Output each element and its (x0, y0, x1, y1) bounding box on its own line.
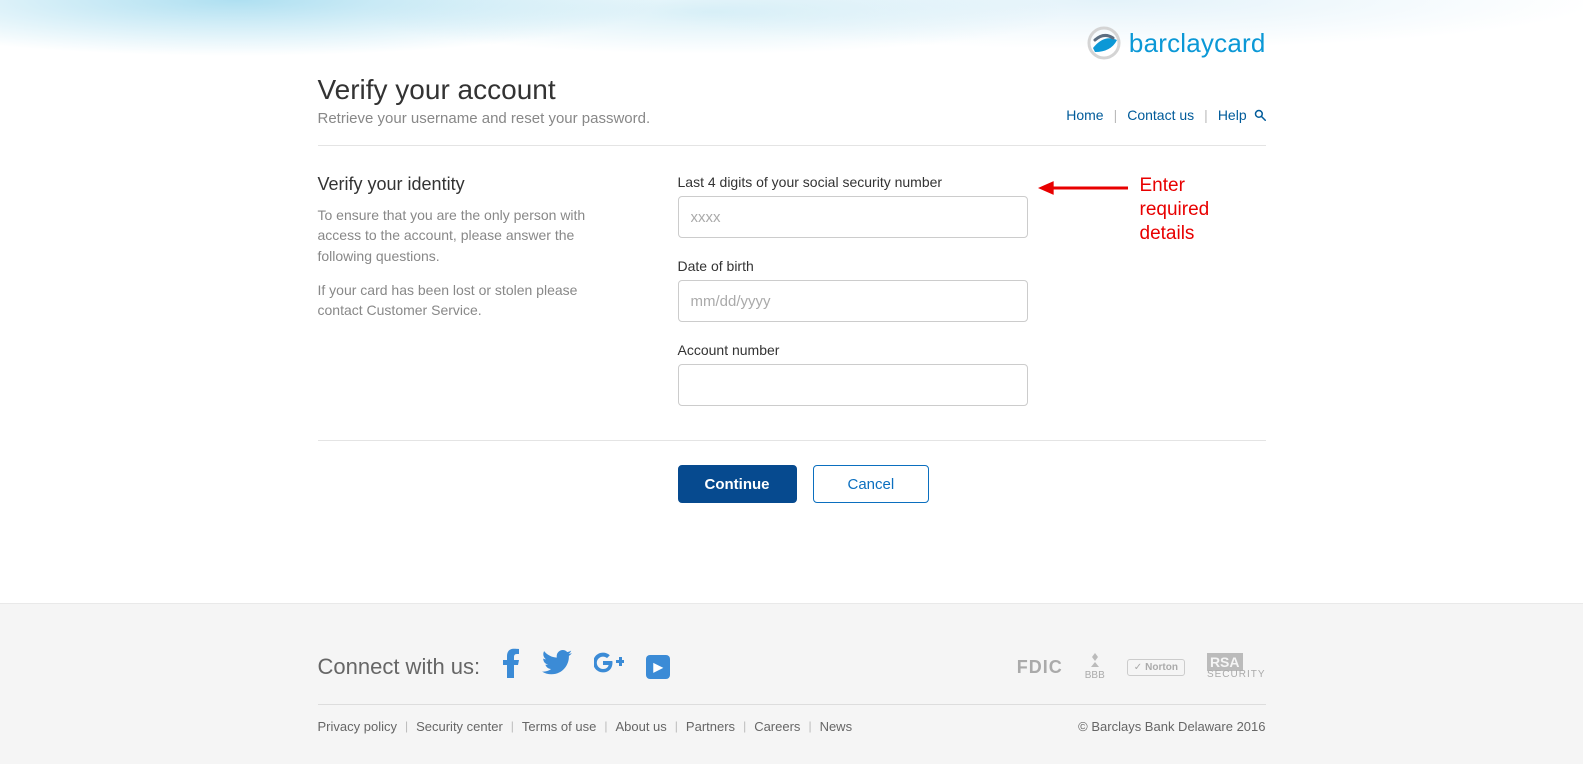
nav-help-link[interactable]: Help (1218, 107, 1266, 123)
arrow-left-icon (1038, 176, 1128, 200)
cancel-button[interactable]: Cancel (813, 465, 930, 503)
search-icon (1254, 108, 1266, 123)
ssn-input[interactable] (678, 196, 1028, 238)
verify-help-1: To ensure that you are the only person w… (318, 205, 618, 266)
footer-link-terms[interactable]: Terms of use (522, 719, 596, 734)
footer-link-news[interactable]: News (820, 719, 853, 734)
rsa-badge: RSA SECURITY (1207, 655, 1266, 680)
page-header: Verify your account Retrieve your userna… (318, 74, 651, 127)
footer-link-about[interactable]: About us (615, 719, 666, 734)
nav-help-label: Help (1218, 107, 1247, 123)
facebook-icon[interactable] (502, 648, 520, 686)
nav-contact-link[interactable]: Contact us (1127, 107, 1194, 123)
page-subtitle: Retrieve your username and reset your pa… (318, 110, 651, 127)
annotation-callout: Enter required details (1038, 174, 1210, 245)
dob-input[interactable] (678, 280, 1028, 322)
nav-separator: | (1114, 107, 1118, 123)
page-footer: Connect with us: ▶ FDIC BBB (0, 603, 1583, 764)
fdic-badge: FDIC (1017, 657, 1063, 678)
footer-link-privacy[interactable]: Privacy policy (318, 719, 397, 734)
norton-badge: ✓ Norton (1127, 659, 1185, 676)
trust-badges: FDIC BBB ✓ Norton RSA SECURITY (1017, 653, 1266, 681)
brand-logo: barclaycard (1087, 26, 1266, 60)
footer-links: Privacy policy| Security center| Terms o… (318, 719, 853, 734)
nav-home-link[interactable]: Home (1066, 107, 1103, 123)
verify-title: Verify your identity (318, 174, 618, 195)
copyright-text: © Barclays Bank Delaware 2016 (1078, 719, 1265, 734)
top-nav: Home | Contact us | Help (1066, 107, 1265, 127)
verify-help-2: If your card has been lost or stolen ple… (318, 280, 618, 321)
footer-link-partners[interactable]: Partners (686, 719, 735, 734)
continue-button[interactable]: Continue (678, 465, 797, 503)
form-divider (318, 440, 1266, 441)
dob-label: Date of birth (678, 258, 1028, 274)
bbb-badge: BBB (1085, 653, 1105, 681)
youtube-icon[interactable]: ▶ (646, 655, 670, 679)
barclaycard-emblem-icon (1087, 26, 1121, 60)
footer-link-security[interactable]: Security center (416, 719, 503, 734)
account-number-input[interactable] (678, 364, 1028, 406)
twitter-icon[interactable] (542, 650, 572, 684)
annotation-text: Enter required details (1140, 174, 1210, 245)
footer-link-careers[interactable]: Careers (754, 719, 800, 734)
nav-separator: | (1204, 107, 1208, 123)
page-title: Verify your account (318, 74, 651, 106)
connect-label: Connect with us: (318, 654, 481, 680)
account-label: Account number (678, 342, 1028, 358)
ssn-label: Last 4 digits of your social security nu… (678, 174, 1028, 190)
googleplus-icon[interactable] (594, 650, 624, 684)
brand-name: barclaycard (1129, 28, 1266, 59)
